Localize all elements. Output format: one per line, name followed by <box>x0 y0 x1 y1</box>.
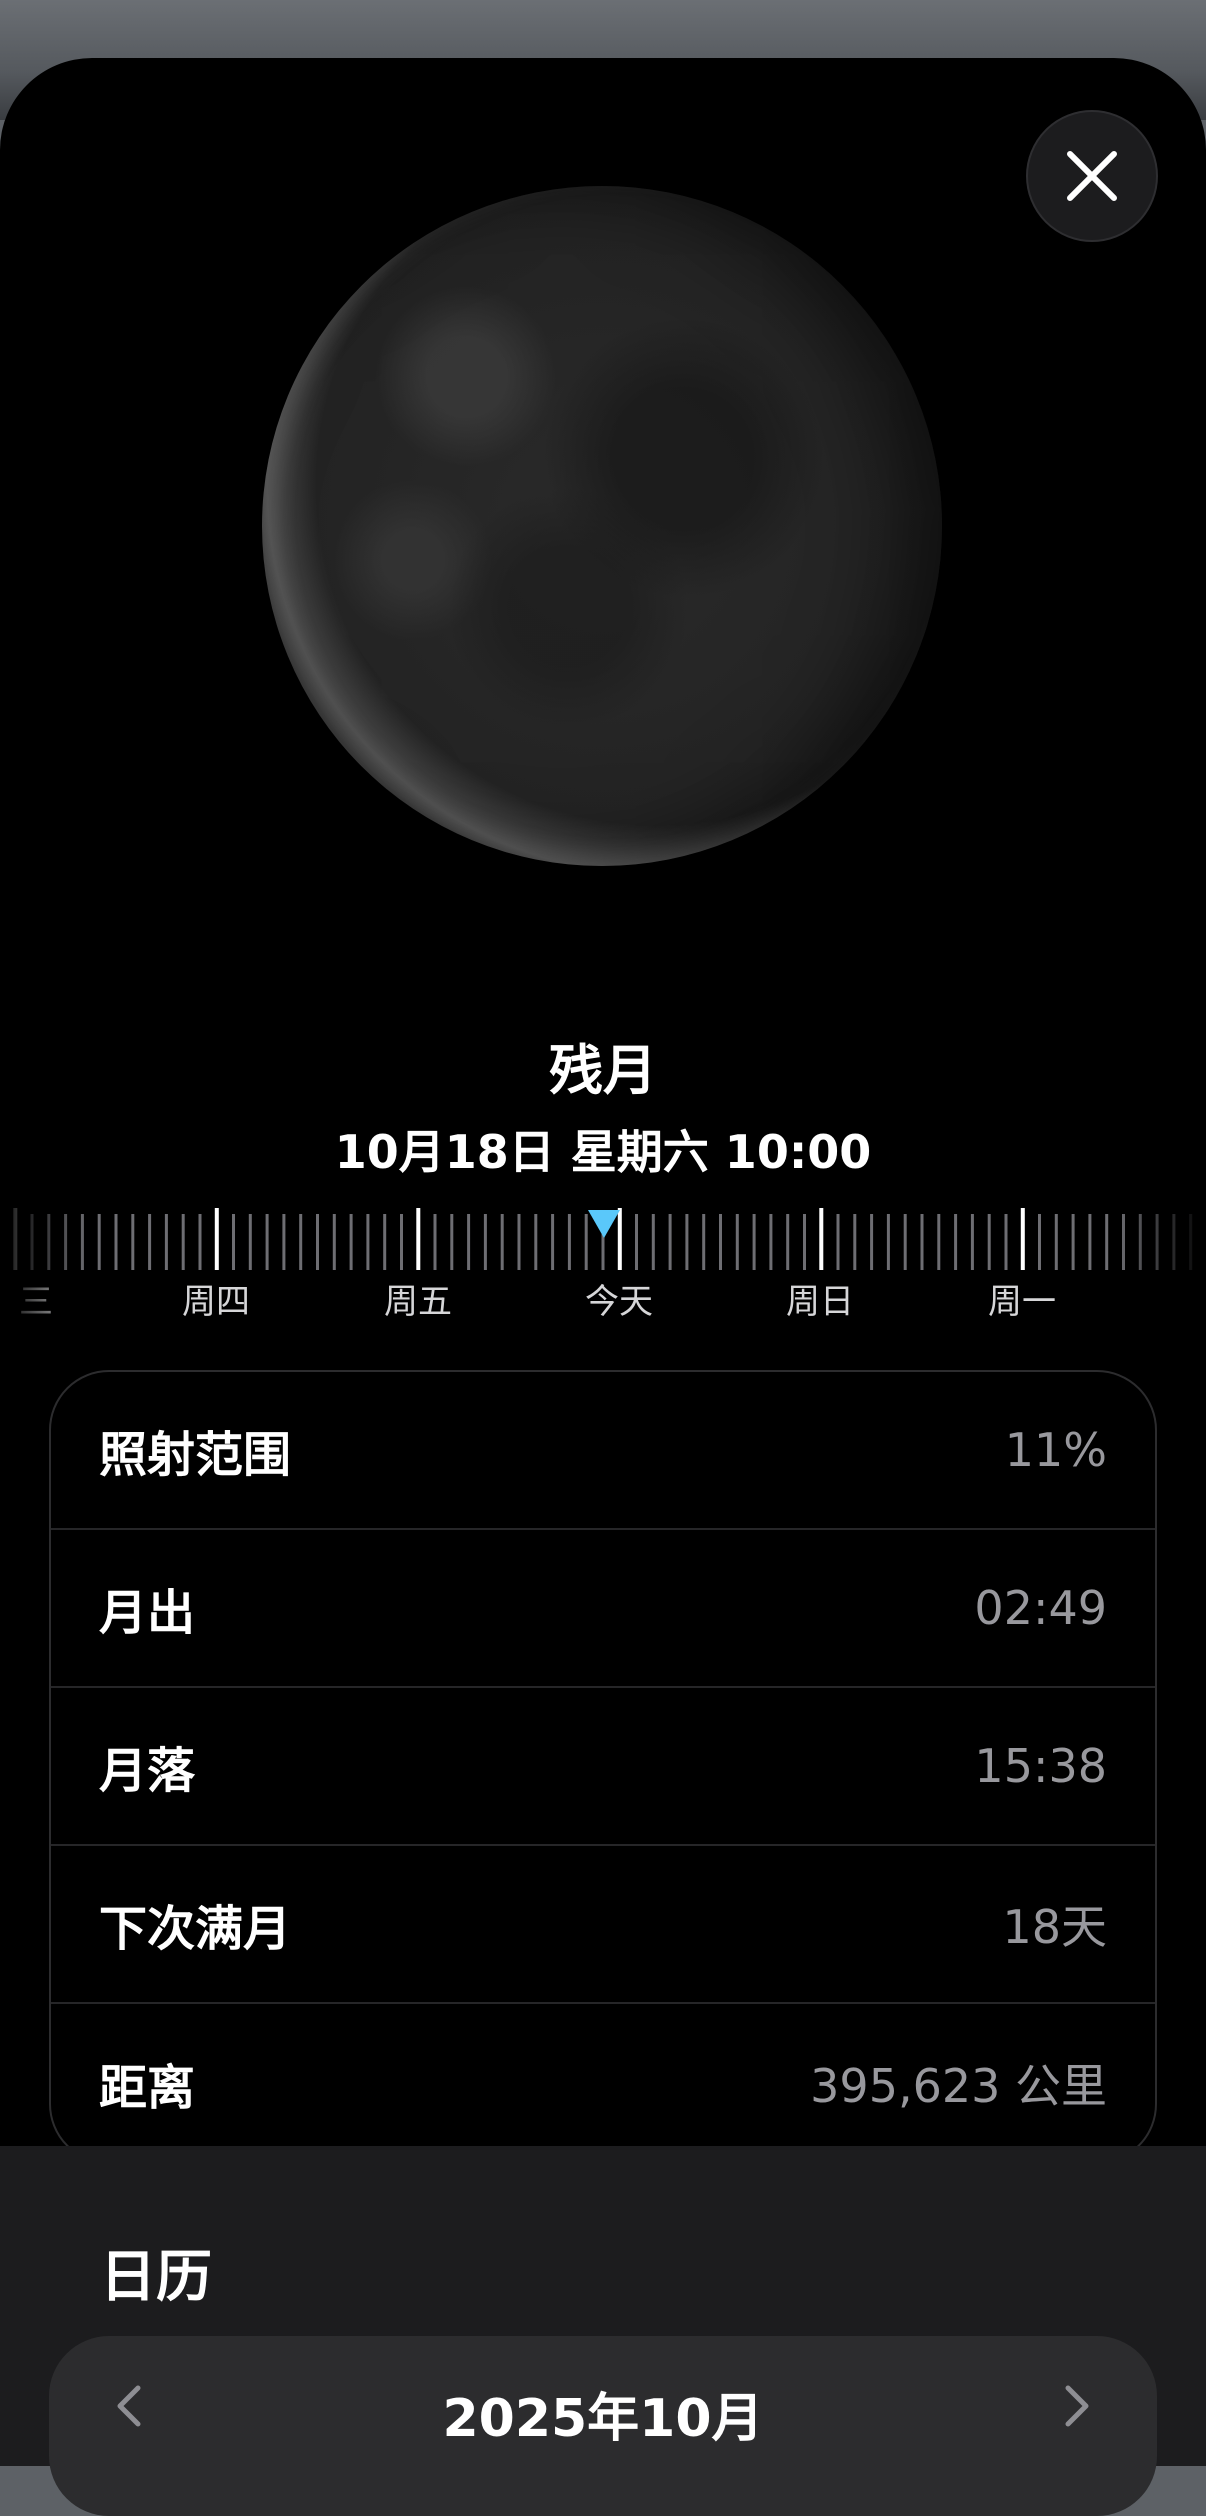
chevron-right-icon <box>1065 2385 1089 2427</box>
info-label: 月落 <box>99 1743 196 1799</box>
info-label: 月出 <box>99 1585 196 1641</box>
timeline-day-label: 周五 <box>384 1282 452 1322</box>
close-button[interactable] <box>1026 110 1158 242</box>
moon-info-card: 照射范围 11% 月出 02:49 月落 15:38 下次满月 18天 距离 3… <box>49 1370 1157 2164</box>
timeline-day-today: 今天 <box>585 1282 653 1322</box>
info-row-illumination: 照射范围 11% <box>51 1372 1155 1530</box>
month-label: 2025年10月 <box>442 2389 764 2449</box>
timeline-day-label: 周日 <box>786 1282 854 1322</box>
month-navigator: 2025年10月 <box>49 2336 1157 2516</box>
timeline-day-label: 周一 <box>988 1282 1056 1322</box>
info-row-moonrise: 月出 02:49 <box>51 1530 1155 1688</box>
info-value: 11% <box>1004 1423 1107 1477</box>
moon-sheet: 残月 10月18日 星期六 10:00 三 周四 周五 今天 周日 周一 照射范… <box>0 58 1206 2466</box>
phase-date: 10月18日 星期六 10:00 <box>334 1125 872 1179</box>
info-value: 395,623 公里 <box>810 2059 1107 2113</box>
info-label: 照射范围 <box>99 1427 292 1483</box>
phase-name: 残月 <box>549 1039 657 1102</box>
timeline-marker <box>588 1210 620 1238</box>
info-label: 距离 <box>99 2060 196 2116</box>
info-row-distance: 距离 395,623 公里 <box>51 2004 1155 2162</box>
info-value: 15:38 <box>974 1739 1107 1793</box>
next-month-button[interactable] <box>1047 2376 1107 2436</box>
close-icon <box>1067 151 1117 201</box>
moon-image <box>262 186 942 866</box>
info-label: 下次满月 <box>99 1901 292 1957</box>
timeline-fade-left <box>0 1206 90 1326</box>
info-row-moonset: 月落 15:38 <box>51 1688 1155 1846</box>
current-time-marker-icon <box>588 1210 620 1238</box>
info-value: 02:49 <box>974 1581 1107 1635</box>
info-row-next-full-moon: 下次满月 18天 <box>51 1846 1155 2004</box>
calendar-panel: 日历 2025年10月 <box>0 2146 1206 2516</box>
info-value: 18天 <box>1002 1900 1107 1954</box>
date-timeline-scrubber[interactable]: 三 周四 周五 今天 周日 周一 <box>0 1206 1206 1326</box>
timeline-day-label: 周四 <box>182 1282 250 1322</box>
calendar-title: 日历 <box>100 2245 212 2310</box>
timeline-fade-right <box>1116 1206 1206 1326</box>
